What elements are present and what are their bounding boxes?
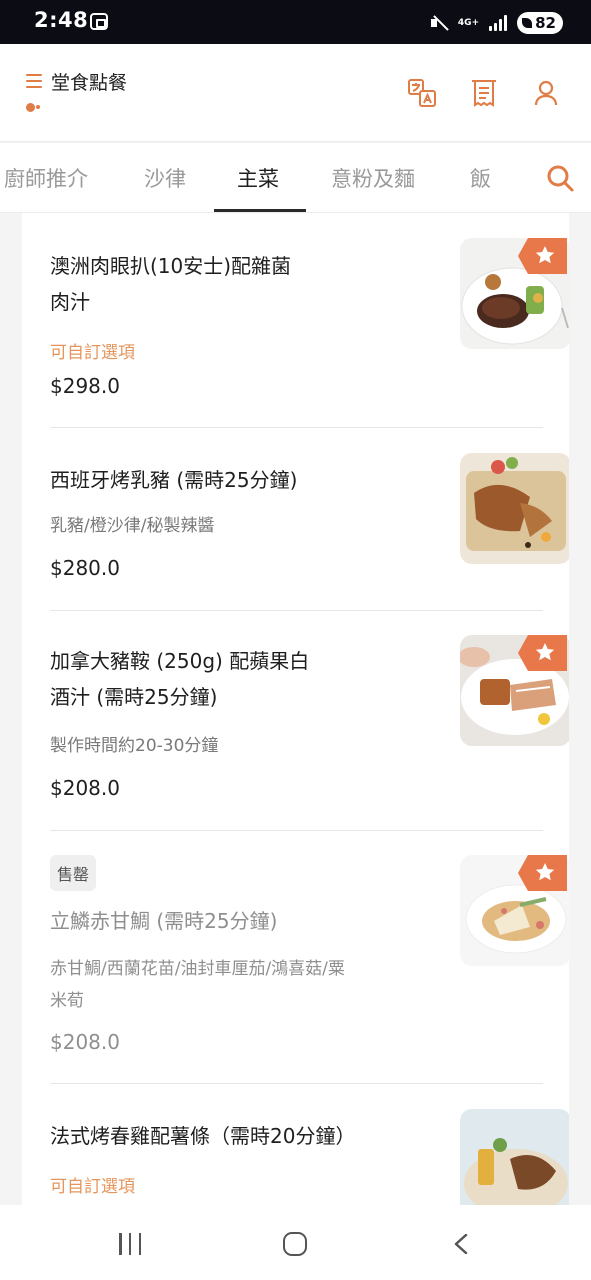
mute-icon [430,14,448,32]
search-icon[interactable] [545,163,575,193]
tab-rice[interactable]: 飯 [470,163,491,193]
receipt-icon[interactable] [469,78,499,108]
item-description: 赤甘鯛/西蘭花苗/油封車厘茄/鴻喜菇/粟 [50,959,345,979]
item-description: 乳豬/橙沙律/秘製辣醬 [50,516,215,536]
battery-saver-icon [522,18,533,28]
item-name-line2: 肉汁 [50,290,90,314]
menu-icon[interactable] [26,74,42,88]
item-photo [460,453,569,564]
star-icon [518,855,567,891]
user-icon[interactable] [531,78,561,108]
item-name: 西班牙烤乳豬 (需時25分鐘) [50,468,298,492]
category-tabs: 廚師推介 沙律 主菜 意粉及麵 飯 [0,143,591,213]
page-title: 堂食點餐 [51,72,128,94]
list-item[interactable]: 西班牙烤乳豬 (需時25分鐘) 乳豬/橙沙律/秘製辣醬 $280.0 [50,428,569,610]
location-icon[interactable] [25,102,41,116]
status-time: 2:48 [34,8,89,32]
star-icon [518,635,567,671]
item-price: $280.0 [50,556,120,580]
recent-apps-icon[interactable] [119,1233,141,1255]
signal-icon [489,15,508,31]
status-bar: 2:48 4G+ 82 [0,0,591,44]
item-name: 澳洲肉眼扒(10安士)配雜菌 [50,254,292,278]
list-item[interactable]: 售罄 立鱗赤甘鯛 (需時25分鐘) 赤甘鯛/西蘭花苗/油封車厘茄/鴻喜菇/粟 米… [50,831,569,1083]
status-indicators: 4G+ 82 [430,12,563,34]
tab-pasta-noodles[interactable]: 意粉及麵 [331,163,415,193]
back-icon[interactable] [452,1234,472,1254]
customizable-label: 可自訂選項 [50,1177,135,1197]
item-price: $208.0 [50,776,120,800]
customizable-label: 可自訂選項 [50,343,135,363]
item-name: 立鱗赤甘鯛 (需時25分鐘) [50,909,278,933]
menu-list: 澳洲肉眼扒(10安士)配雜菌 肉汁 可自訂選項 $298.0 西班牙烤乳豬 (需… [22,213,569,1205]
tab-salad[interactable]: 沙律 [144,163,186,193]
home-icon[interactable] [283,1232,307,1256]
item-name-line2: 酒汁 (需時25分鐘) [50,685,218,709]
system-nav-bar [0,1205,591,1280]
header-actions [407,78,561,108]
item-price: $298.0 [50,374,120,398]
screenshot-icon [90,13,108,30]
battery-indicator: 82 [517,12,563,34]
tab-chef-recommend[interactable]: 廚師推介 [4,163,88,193]
list-item[interactable]: 加拿大豬鞍 (250g) 配蘋果白 酒汁 (需時25分鐘) 製作時間約20-30… [50,611,569,830]
item-description: 製作時間約20-30分鐘 [50,736,219,756]
item-photo [460,1109,569,1205]
item-name: 加拿大豬鞍 (250g) 配蘋果白 [50,649,310,673]
list-item[interactable]: 澳洲肉眼扒(10安士)配雜菌 肉汁 可自訂選項 $298.0 [50,213,569,427]
star-icon [518,238,567,274]
item-name: 法式烤春雞配薯條（需時20分鐘） [50,1124,356,1148]
sold-out-badge: 售罄 [50,855,97,891]
network-label: 4G+ [457,17,480,28]
item-price: $208.0 [50,1030,120,1054]
translate-icon[interactable] [407,78,437,108]
item-description-line2: 米荀 [50,991,84,1011]
list-item[interactable]: 法式烤春雞配薯條（需時20分鐘） 可自訂選項 [50,1084,569,1205]
battery-level: 82 [535,14,556,32]
tab-main-course[interactable]: 主菜 [237,163,279,193]
active-tab-indicator [214,209,306,212]
